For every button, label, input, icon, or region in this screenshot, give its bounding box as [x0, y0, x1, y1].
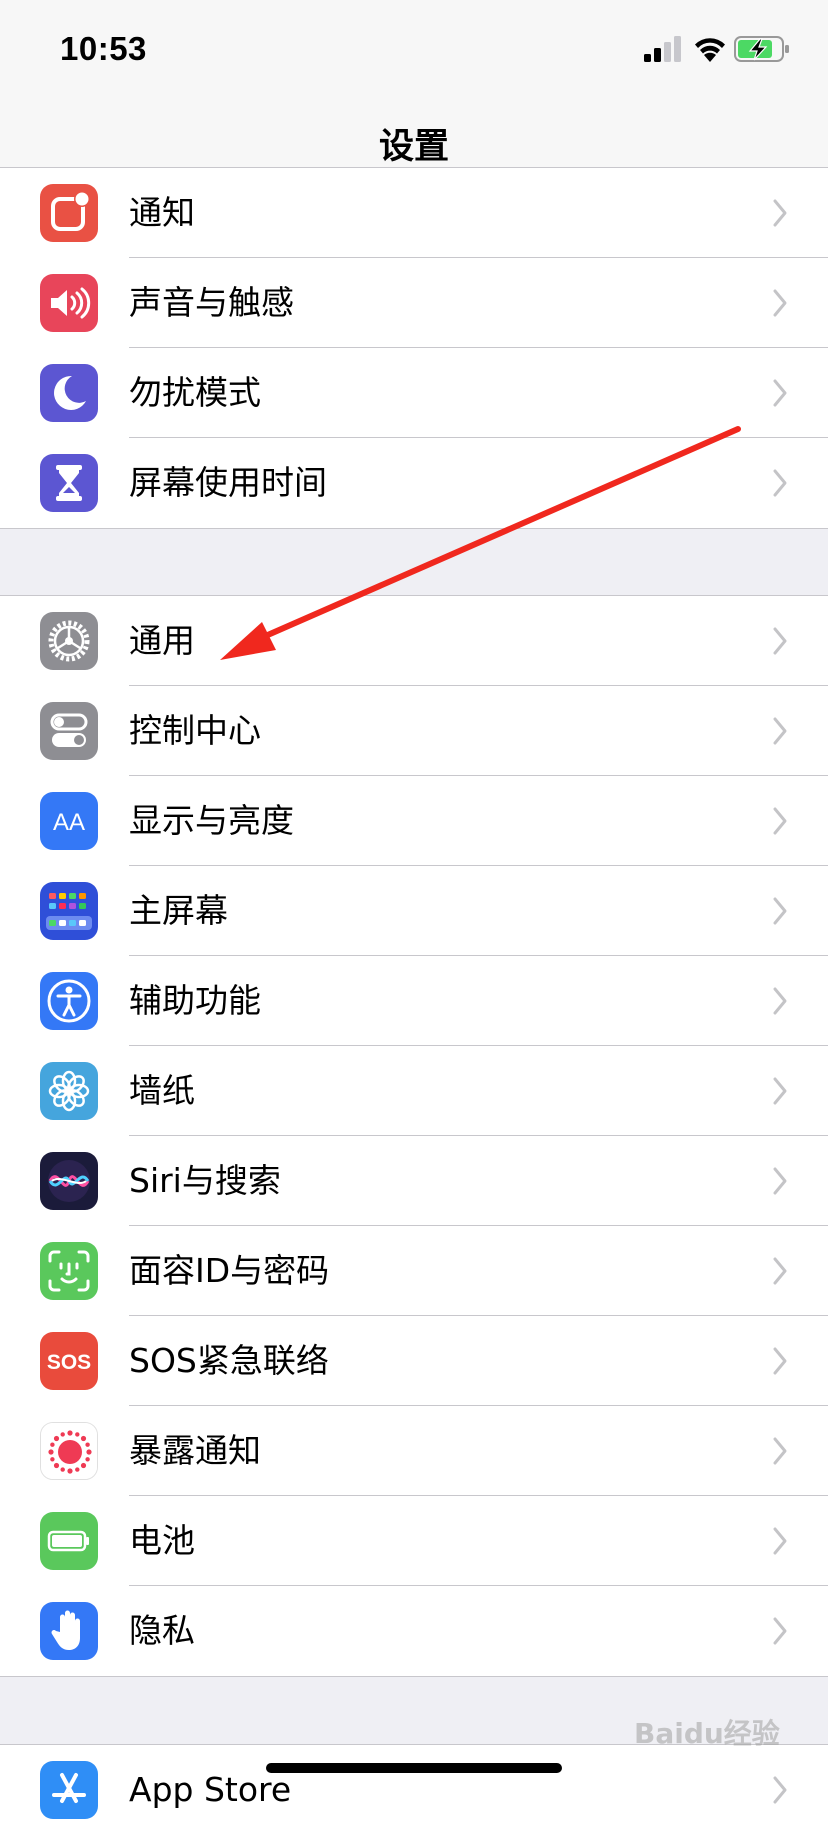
face-id-icon: [40, 1242, 98, 1300]
chevron-right-icon: [773, 379, 787, 407]
siri-icon: [40, 1152, 98, 1210]
cellular-signal-icon: [644, 36, 681, 62]
page-title: 设置: [378, 127, 449, 167]
chevron-right-icon: [773, 1347, 787, 1375]
settings-row-label: 勿扰模式: [129, 373, 261, 412]
chevron-right-icon: [773, 1167, 787, 1195]
sos-icon: SOS: [40, 1332, 98, 1390]
text-size-icon: AA: [40, 792, 98, 850]
chevron-right-icon: [773, 897, 787, 925]
flower-icon: [40, 1062, 98, 1120]
moon-icon: [40, 364, 98, 422]
gear-icon: [40, 612, 98, 670]
settings-row-label: 屏幕使用时间: [129, 463, 327, 502]
settings-row-label: 电池: [129, 1521, 195, 1560]
svg-text:SOS: SOS: [47, 1351, 91, 1374]
chevron-right-icon: [773, 1527, 787, 1555]
settings-row-emergency-sos[interactable]: SOS SOS紧急联络: [0, 1316, 828, 1406]
settings-row-label: 主屏幕: [129, 891, 228, 930]
chevron-right-icon: [773, 1077, 787, 1105]
speaker-icon: [40, 274, 98, 332]
chevron-right-icon: [773, 469, 787, 497]
settings-row-exposure-notifications[interactable]: 暴露通知: [0, 1406, 828, 1496]
settings-row-label: 显示与亮度: [129, 801, 294, 840]
battery-icon: [40, 1512, 98, 1570]
home-grid-icon: [40, 882, 98, 940]
settings-row-do-not-disturb[interactable]: 勿扰模式: [0, 348, 828, 438]
settings-row-label: 面容ID与密码: [129, 1251, 330, 1290]
status-bar: 10:53: [0, 0, 828, 100]
settings-row-sounds[interactable]: 声音与触感: [0, 258, 828, 348]
settings-row-notifications[interactable]: 通知: [0, 168, 828, 258]
settings-row-label: 辅助功能: [129, 981, 261, 1020]
settings-row-label: 控制中心: [129, 711, 261, 750]
settings-row-label: Siri与搜索: [129, 1161, 281, 1200]
status-icons: [644, 34, 794, 66]
chevron-right-icon: [773, 1437, 787, 1465]
chevron-right-icon: [773, 627, 787, 655]
settings-row-label: 隐私: [129, 1611, 195, 1650]
settings-row-label: 通知: [129, 193, 195, 232]
settings-row-display[interactable]: AA 显示与亮度: [0, 776, 828, 866]
hand-icon: [40, 1602, 98, 1660]
wifi-icon: [695, 38, 725, 62]
settings-row-privacy[interactable]: 隐私: [0, 1586, 828, 1676]
settings-group-3: App Store: [0, 1744, 828, 1835]
settings-row-wallpaper[interactable]: 墙纸: [0, 1046, 828, 1136]
settings-group-1: 通知 声音与触感 勿扰模式 屏幕使用时间: [0, 167, 828, 529]
chevron-right-icon: [773, 289, 787, 317]
accessibility-icon: [40, 972, 98, 1030]
chevron-right-icon: [773, 717, 787, 745]
svg-text:AA: AA: [53, 809, 85, 836]
notifications-icon: [40, 184, 98, 242]
exposure-icon: [40, 1422, 98, 1480]
settings-row-label: App Store: [129, 1770, 292, 1809]
app-store-icon: [40, 1761, 98, 1819]
settings-row-battery[interactable]: 电池: [0, 1496, 828, 1586]
home-indicator[interactable]: [266, 1763, 562, 1773]
toggles-icon: [40, 702, 98, 760]
settings-group-2: 通用 控制中心 AA 显示与亮度 主屏幕 辅助功能 墙纸 Siri与搜索 面容I…: [0, 595, 828, 1677]
settings-row-siri[interactable]: Siri与搜索: [0, 1136, 828, 1226]
battery-charging-icon: [734, 36, 789, 62]
chevron-right-icon: [773, 1776, 787, 1804]
settings-row-label: 声音与触感: [129, 283, 294, 322]
chevron-right-icon: [773, 807, 787, 835]
settings-row-face-id[interactable]: 面容ID与密码: [0, 1226, 828, 1316]
status-time: 10:53: [60, 30, 147, 67]
chevron-right-icon: [773, 1617, 787, 1645]
settings-row-screen-time[interactable]: 屏幕使用时间: [0, 438, 828, 528]
hourglass-icon: [40, 454, 98, 512]
settings-row-app-store[interactable]: App Store: [0, 1745, 828, 1835]
settings-row-accessibility[interactable]: 辅助功能: [0, 956, 828, 1046]
watermark: Baidu经验: [634, 1717, 780, 1750]
chevron-right-icon: [773, 1257, 787, 1285]
settings-row-control-center[interactable]: 控制中心: [0, 686, 828, 776]
settings-row-label: 暴露通知: [129, 1431, 261, 1470]
settings-row-home-screen[interactable]: 主屏幕: [0, 866, 828, 956]
chevron-right-icon: [773, 987, 787, 1015]
settings-row-general[interactable]: 通用: [0, 596, 828, 686]
settings-row-label: 墙纸: [129, 1071, 195, 1110]
settings-row-label: 通用: [129, 621, 195, 660]
settings-row-label: SOS紧急联络: [129, 1341, 329, 1380]
chevron-right-icon: [773, 199, 787, 227]
